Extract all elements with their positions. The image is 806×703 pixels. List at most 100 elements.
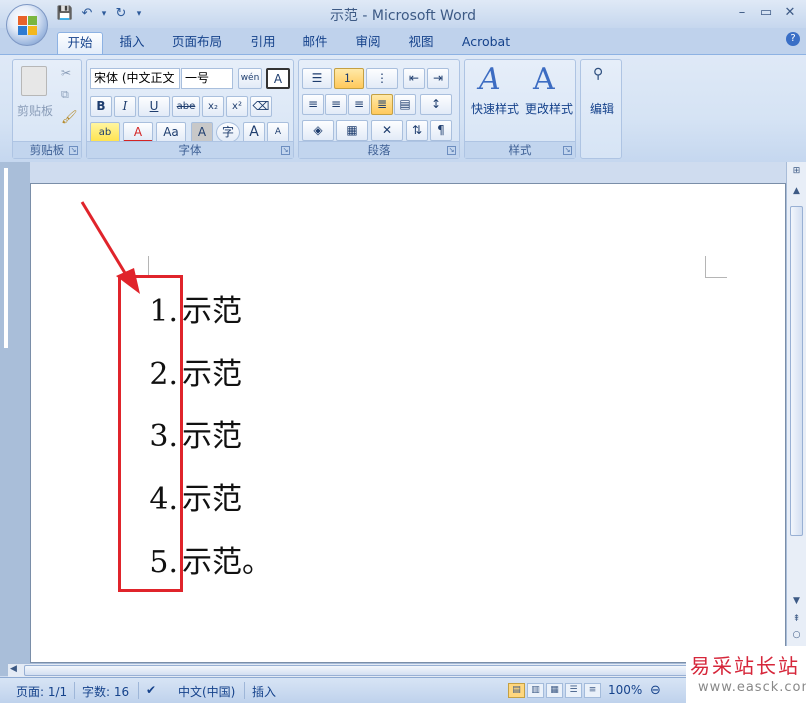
bold-button[interactable]: B	[90, 96, 112, 117]
character-shading-button[interactable]: A	[191, 122, 213, 143]
italic-button[interactable]: I	[114, 96, 136, 117]
zoom-out-icon[interactable]: ⊖	[650, 683, 661, 698]
binoculars-icon[interactable]: ⚲	[593, 66, 603, 82]
font-color-button[interactable]: A	[123, 122, 153, 143]
chinese-layout-icon[interactable]: ✕	[371, 120, 403, 141]
scroll-down-icon[interactable]: ▼	[789, 596, 804, 606]
zoom-level[interactable]: 100%	[608, 683, 642, 697]
list-text: 示范	[182, 482, 242, 517]
draft-icon[interactable]: ≡	[584, 683, 601, 698]
underline-button[interactable]: U	[138, 96, 170, 117]
copy-icon[interactable]: ⧉	[61, 88, 69, 102]
highlight-button[interactable]: ab	[90, 122, 120, 143]
minimize-button[interactable]: –	[732, 4, 752, 22]
page-count[interactable]: 页面: 1/1	[16, 683, 67, 700]
list-item[interactable]: 4. 示范	[0, 476, 400, 524]
change-styles-button[interactable]: 更改样式	[521, 100, 577, 117]
tab-insert[interactable]: 插入	[112, 32, 152, 54]
list-item[interactable]: 5. 示范。	[0, 539, 400, 587]
ruler-toggle-icon[interactable]: ⊞	[789, 166, 804, 176]
list-item[interactable]: 2. 示范	[0, 351, 400, 399]
align-center-icon[interactable]: ≡	[325, 94, 347, 115]
styles-launcher-icon[interactable]: ↘	[563, 146, 572, 155]
undo-icon[interactable]: ↶	[78, 6, 96, 22]
previous-page-icon[interactable]: ⇞	[789, 614, 804, 624]
language-indicator[interactable]: 中文(中国)	[178, 683, 235, 700]
clipboard-launcher-icon[interactable]: ↘	[69, 146, 78, 155]
print-layout-icon[interactable]: ▤	[508, 683, 525, 698]
strikethrough-button[interactable]: abe	[172, 96, 200, 117]
cut-icon[interactable]: ✂	[61, 66, 71, 80]
help-icon[interactable]: ?	[786, 32, 800, 46]
undo-dropdown-icon[interactable]: ▾	[100, 6, 108, 22]
quick-styles-button[interactable]: 快速样式	[467, 100, 523, 117]
paste-icon[interactable]	[21, 66, 47, 96]
tab-acrobat[interactable]: Acrobat	[456, 32, 516, 54]
enclose-characters-button[interactable]: 字	[216, 122, 240, 143]
office-logo-icon	[18, 16, 38, 36]
align-right-icon[interactable]: ≡	[348, 94, 370, 115]
proofing-icon[interactable]: ✔	[146, 683, 156, 697]
superscript-button[interactable]: x²	[226, 96, 248, 117]
align-left-icon[interactable]: ≡	[302, 94, 324, 115]
multilevel-list-icon[interactable]: ⋮	[366, 68, 398, 89]
font-name-select[interactable]: 宋体 (中文正文	[90, 68, 180, 89]
font-launcher-icon[interactable]: ↘	[281, 146, 290, 155]
scroll-left-icon[interactable]: ◀	[10, 664, 17, 674]
tab-page-layout[interactable]: 页面布局	[166, 32, 228, 54]
clear-format-icon[interactable]: ⌫	[250, 96, 272, 117]
font-group-label: 字体	[87, 141, 293, 158]
borders-icon[interactable]: ▦	[336, 120, 368, 141]
redo-icon[interactable]: ↻	[112, 6, 130, 22]
shrink-font-button[interactable]: A	[267, 122, 289, 143]
close-button[interactable]: ✕	[780, 4, 800, 22]
tab-mailings[interactable]: 邮件	[295, 32, 335, 54]
vertical-scrollbar[interactable]: ⊞ ▲ ▼ ⇞ ○	[786, 162, 806, 664]
annotation-highlight-box	[118, 275, 183, 592]
browse-object-icon[interactable]: ○	[789, 630, 804, 640]
tab-review[interactable]: 审阅	[348, 32, 388, 54]
format-painter-icon[interactable]: 🖌	[61, 110, 78, 125]
tab-references[interactable]: 引用	[243, 32, 283, 54]
font-size-select[interactable]: 一号	[181, 68, 233, 89]
quick-styles-icon[interactable]: A	[479, 62, 501, 97]
customize-qat-icon[interactable]: ▾	[134, 6, 144, 22]
scroll-up-icon[interactable]: ▲	[789, 186, 804, 196]
subscript-button[interactable]: x₂	[202, 96, 224, 117]
distributed-icon[interactable]: ▤	[394, 94, 416, 115]
shading-icon[interactable]: ◈	[302, 120, 334, 141]
office-button[interactable]	[6, 4, 48, 46]
styles-group: A A 快速样式 更改样式 样式 ↘	[464, 59, 576, 159]
font-group: 宋体 (中文正文 一号 wén A B I U abe x₂ x² ⌫ ab A…	[86, 59, 294, 159]
grow-font-button[interactable]: A	[243, 122, 265, 143]
sort-icon[interactable]: ⇅	[406, 120, 428, 141]
show-marks-icon[interactable]: ¶	[430, 120, 452, 141]
list-item[interactable]: 1. 示范	[0, 288, 400, 336]
horizontal-scrollbar[interactable]: ◀	[8, 663, 704, 677]
decrease-indent-icon[interactable]: ⇤	[403, 68, 425, 89]
tab-home[interactable]: 开始	[57, 32, 103, 54]
outline-icon[interactable]: ☰	[565, 683, 582, 698]
change-case-button[interactable]: Aa	[156, 122, 186, 143]
horizontal-scroll-thumb[interactable]	[24, 665, 704, 676]
numbering-icon[interactable]: ⒈	[334, 68, 364, 89]
full-screen-reading-icon[interactable]: ▥	[527, 683, 544, 698]
list-item[interactable]: 3. 示范	[0, 413, 400, 461]
line-spacing-icon[interactable]: ↕	[420, 94, 452, 115]
change-styles-icon[interactable]: A	[533, 62, 555, 97]
tab-view[interactable]: 视图	[401, 32, 441, 54]
justify-icon[interactable]: ≣	[371, 94, 393, 115]
increase-indent-icon[interactable]: ⇥	[427, 68, 449, 89]
bullets-icon[interactable]: ☰	[302, 68, 332, 89]
vertical-scroll-thumb[interactable]	[790, 206, 803, 536]
styles-group-label: 样式	[465, 141, 575, 158]
character-border-button[interactable]: A	[266, 68, 290, 89]
paragraph-launcher-icon[interactable]: ↘	[447, 146, 456, 155]
editing-button[interactable]: 编辑	[585, 100, 619, 117]
word-count[interactable]: 字数: 16	[82, 683, 129, 700]
insert-mode[interactable]: 插入	[252, 683, 276, 700]
maximize-button[interactable]: ▭	[756, 4, 776, 22]
save-icon[interactable]: 💾	[56, 6, 74, 22]
web-layout-icon[interactable]: ▦	[546, 683, 563, 698]
phonetic-guide-button[interactable]: wén	[238, 68, 262, 89]
